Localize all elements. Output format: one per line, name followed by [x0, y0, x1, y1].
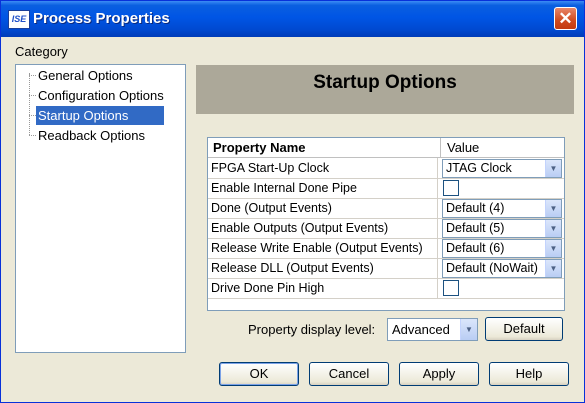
- table-row: FPGA Start-Up Clock JTAG Clock ▼: [208, 158, 564, 179]
- select-value: Default (4): [446, 201, 505, 215]
- property-name-cell: Release DLL (Output Events): [208, 258, 438, 278]
- close-button[interactable]: ✕: [554, 7, 577, 30]
- tree-item-readback-options[interactable]: Readback Options: [36, 126, 147, 145]
- process-properties-dialog: ISE Process Properties ✕ Category Genera…: [0, 0, 585, 403]
- tree-item-configuration-options[interactable]: Configuration Options: [36, 86, 166, 105]
- tree-item-general-options[interactable]: General Options: [36, 66, 135, 85]
- ise-app-icon: ISE: [8, 10, 30, 29]
- grid-header: Property Name Value: [208, 138, 564, 158]
- select-value: JTAG Clock: [446, 161, 512, 175]
- display-level-label: Property display level:: [248, 322, 376, 337]
- property-name-cell: Enable Internal Done Pipe: [208, 178, 438, 198]
- select-value: Advanced: [392, 322, 450, 337]
- table-row: Release Write Enable (Output Events) Def…: [208, 238, 564, 259]
- dropdown-arrow-icon[interactable]: ▼: [545, 220, 561, 237]
- table-row: Release DLL (Output Events) Default (NoW…: [208, 258, 564, 279]
- table-row: Done (Output Events) Default (4) ▼: [208, 198, 564, 219]
- property-name-cell: Enable Outputs (Output Events): [208, 218, 438, 238]
- panel-header: Startup Options: [196, 65, 574, 114]
- drive-done-pin-high-checkbox[interactable]: [443, 280, 459, 296]
- select-value: Default (NoWait): [446, 261, 538, 275]
- title-bar[interactable]: ISE Process Properties ✕: [1, 1, 584, 37]
- release-write-enable-select[interactable]: Default (6) ▼: [442, 239, 562, 258]
- tree-connector: [29, 75, 36, 76]
- select-value: Default (5): [446, 221, 505, 235]
- category-label: Category: [15, 44, 68, 59]
- display-level-select[interactable]: Advanced ▼: [387, 318, 478, 341]
- release-dll-select[interactable]: Default (NoWait) ▼: [442, 259, 562, 278]
- property-name-cell: Drive Done Pin High: [208, 278, 438, 298]
- tree-connector: [29, 135, 36, 136]
- column-header-value: Value: [447, 140, 480, 155]
- tree-connector: [29, 95, 36, 96]
- tree-connector: [29, 115, 36, 116]
- cancel-button[interactable]: Cancel: [309, 362, 389, 386]
- done-output-events-select[interactable]: Default (4) ▼: [442, 199, 562, 218]
- dropdown-arrow-icon[interactable]: ▼: [545, 240, 561, 257]
- column-header-property-name: Property Name: [213, 140, 306, 155]
- panel-title: Startup Options: [313, 72, 457, 93]
- property-name-cell: FPGA Start-Up Clock: [208, 158, 438, 178]
- dropdown-arrow-icon[interactable]: ▼: [545, 200, 561, 217]
- property-grid[interactable]: Property Name Value FPGA Start-Up Clock …: [207, 137, 565, 311]
- close-icon: ✕: [558, 9, 573, 28]
- property-name-cell: Done (Output Events): [208, 198, 438, 218]
- default-button[interactable]: Default: [485, 317, 563, 341]
- dropdown-arrow-icon[interactable]: ▼: [545, 160, 561, 177]
- enable-outputs-select[interactable]: Default (5) ▼: [442, 219, 562, 238]
- tree-connector: [29, 73, 30, 135]
- dropdown-arrow-icon[interactable]: ▼: [545, 260, 561, 277]
- help-button[interactable]: Help: [489, 362, 569, 386]
- tree-item-startup-options[interactable]: Startup Options: [36, 106, 164, 125]
- category-tree[interactable]: General Options Configuration Options St…: [15, 64, 186, 353]
- apply-button[interactable]: Apply: [399, 362, 479, 386]
- table-row: Enable Outputs (Output Events) Default (…: [208, 218, 564, 239]
- select-value: Default (6): [446, 241, 505, 255]
- window-title: Process Properties: [33, 10, 170, 27]
- table-row: Enable Internal Done Pipe: [208, 178, 564, 199]
- property-name-cell: Release Write Enable (Output Events): [208, 238, 438, 258]
- column-divider: [440, 138, 441, 157]
- enable-internal-done-pipe-checkbox[interactable]: [443, 180, 459, 196]
- fpga-startup-clock-select[interactable]: JTAG Clock ▼: [442, 159, 562, 178]
- dropdown-arrow-icon[interactable]: ▼: [460, 319, 477, 340]
- ok-button[interactable]: OK: [219, 362, 299, 386]
- table-row: Drive Done Pin High: [208, 278, 564, 299]
